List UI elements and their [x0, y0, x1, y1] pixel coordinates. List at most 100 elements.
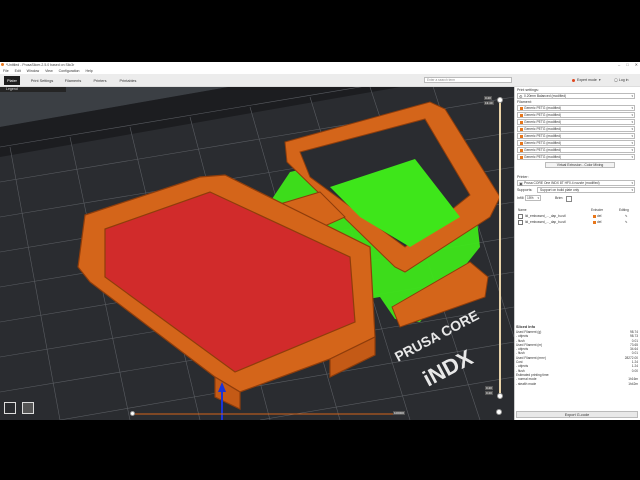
color-swatch	[520, 121, 523, 124]
object-row[interactable]: lid_embossed_..._dap_bu.stl def. ✎	[518, 219, 638, 225]
info-row: - stealth mode 1h42m	[516, 381, 638, 386]
chevron-down-icon: ▾	[537, 196, 539, 200]
chevron-down-icon: ▾	[631, 106, 633, 110]
filament-value: Generic PETG (modified)	[524, 127, 562, 131]
menu-file[interactable]: File	[3, 69, 9, 73]
filament-select-2[interactable]: Generic PETG (modified) ▾	[517, 112, 635, 118]
tab-printers[interactable]: Printers	[90, 77, 110, 84]
chevron-down-icon: ▾	[631, 127, 633, 131]
filament-value: Generic PETG (modified)	[524, 120, 562, 124]
layer-slider[interactable]	[497, 97, 503, 399]
menu-view[interactable]: View	[45, 69, 53, 73]
3d-viewport[interactable]: PRUSA CORE iNDX Legend 0.20 13.40 0.20 0…	[0, 87, 514, 420]
scene-canvas[interactable]: PRUSA CORE iNDX	[0, 87, 514, 420]
color-swatch	[520, 128, 523, 131]
slider-top-handle[interactable]	[497, 97, 503, 103]
object-extruder: def.	[597, 220, 603, 224]
legend-toggle[interactable]: Legend	[0, 87, 66, 92]
edit-icon[interactable]: ✎	[625, 220, 628, 224]
objects-extruder-header: Extruder	[591, 208, 604, 212]
slider-bottom-height: 0.20	[485, 391, 493, 395]
color-swatch	[520, 142, 523, 145]
supports-label: Supports:	[517, 188, 533, 192]
chevron-down-icon: ▾	[631, 148, 633, 152]
chevron-down-icon: ▾	[631, 141, 633, 145]
slider-bottom-handle[interactable]	[497, 393, 503, 399]
filament-select-7[interactable]: Generic PETG (modified) ▾	[517, 147, 635, 153]
print-settings-label: Print settings:	[517, 88, 539, 92]
export-gcode-button[interactable]: Export G-code	[516, 411, 638, 418]
printer-profile-value: Prusa CORE One INDX 8T HF0.4 nozzle (mod…	[524, 181, 600, 185]
color-swatch	[520, 135, 523, 138]
printer-label: Printer:	[517, 175, 529, 179]
view-cube-icon[interactable]	[4, 402, 16, 414]
slider-track	[499, 97, 501, 399]
tab-print-settings[interactable]: Print Settings	[28, 77, 56, 84]
object-name: lid_embossed_..._dap_bu.stl	[525, 214, 566, 218]
brim-label: Brim:	[555, 196, 564, 200]
infill-value: 15%	[527, 196, 534, 200]
tab-filaments[interactable]: Filaments	[62, 77, 84, 84]
edit-icon[interactable]: ✎	[625, 214, 628, 218]
filament-select-4[interactable]: Generic PETG (modified) ▾	[517, 126, 635, 132]
object-extruder: def.	[597, 214, 603, 218]
login-button[interactable]: ◯ Log in	[614, 78, 628, 82]
layers-view-icon[interactable]	[22, 402, 34, 414]
menu-help[interactable]: Help	[85, 69, 92, 73]
virtual-extrusion-button[interactable]: Virtual Extrusion - Color Mixing	[545, 162, 615, 168]
supports-select[interactable]: Support on build plate only ▾	[537, 187, 635, 193]
user-icon: ◯	[614, 78, 618, 82]
mode-selector[interactable]: Expert mode ▾	[572, 78, 601, 82]
mode-label: Expert mode	[577, 78, 597, 82]
horizontal-slider-start-handle[interactable]	[130, 411, 135, 416]
chevron-down-icon: ▾	[631, 134, 633, 138]
slider-bottom-value: 0.20	[485, 386, 493, 390]
maximize-button[interactable]: □	[626, 62, 628, 67]
chevron-down-icon: ▾	[631, 155, 633, 159]
filament-select-3[interactable]: Generic PETG (modified) ▾	[517, 119, 635, 125]
menu-window[interactable]: Window	[27, 69, 39, 73]
color-swatch	[520, 107, 523, 110]
tab-printables[interactable]: Printables	[116, 77, 140, 84]
object-name: lid_embossed_..._dap_bu.stl	[525, 220, 566, 224]
menu-edit[interactable]: Edit	[15, 69, 21, 73]
filament-select-6[interactable]: Generic PETG (modified) ▾	[517, 140, 635, 146]
filament-select-5[interactable]: Generic PETG (modified) ▾	[517, 133, 635, 139]
objects-name-header: Name	[518, 208, 527, 212]
filament-label: Filament:	[517, 100, 532, 104]
print-profile-value: 0.20mm Balanced (modified)	[524, 94, 567, 98]
chevron-down-icon: ▾	[631, 94, 633, 98]
minimize-button[interactable]: –	[618, 62, 620, 67]
filament-value: Generic PETG (modified)	[524, 155, 562, 159]
filament-value: Generic PETG (modified)	[524, 148, 562, 152]
object-icon	[518, 213, 523, 219]
supports-value: Support on build plate only	[540, 188, 580, 192]
extruder-swatch	[593, 220, 596, 224]
infill-select[interactable]: 15% ▾	[525, 195, 541, 201]
menu-configuration[interactable]: Configuration	[59, 69, 80, 73]
printer-icon: ▣	[519, 181, 523, 186]
prusaslicer-window: *Untitled - PrusaSlicer-2.5.0 based on S…	[0, 62, 640, 420]
horizontal-slider-handle[interactable]	[496, 409, 502, 415]
color-swatch	[520, 114, 523, 117]
login-label: Log in	[618, 78, 629, 82]
printer-profile-select[interactable]: ▣ Prusa CORE One INDX 8T HF0.4 nozzle (m…	[517, 180, 635, 186]
filament-select-1[interactable]: Generic PETG (modified) ▾	[517, 105, 635, 111]
chevron-down-icon: ▾	[598, 78, 601, 82]
print-profile-select[interactable]: ⚙ 0.20mm Balanced (modified) ▾	[517, 93, 635, 99]
extruder-swatch	[593, 214, 596, 218]
close-button[interactable]: ✕	[635, 62, 638, 67]
mode-indicator-icon	[572, 78, 575, 82]
window-title: *Untitled - PrusaSlicer-2.5.0 based on S…	[6, 63, 75, 67]
brim-checkbox[interactable]	[566, 196, 572, 202]
search-input[interactable]: Enter a search term	[424, 77, 512, 83]
filament-value: Generic PETG (modified)	[524, 113, 562, 117]
chevron-down-icon: ▾	[631, 113, 633, 117]
slider-top-height: 13.40	[484, 101, 494, 105]
horizontal-slider-value: 100000	[393, 411, 406, 415]
app-logo-icon	[1, 63, 4, 66]
filament-select-8[interactable]: Generic PETG (modified) ▾	[517, 154, 635, 160]
color-swatch	[520, 149, 523, 152]
tab-plater[interactable]: Plater	[4, 76, 20, 85]
slider-top-value: 0.20	[484, 96, 492, 100]
